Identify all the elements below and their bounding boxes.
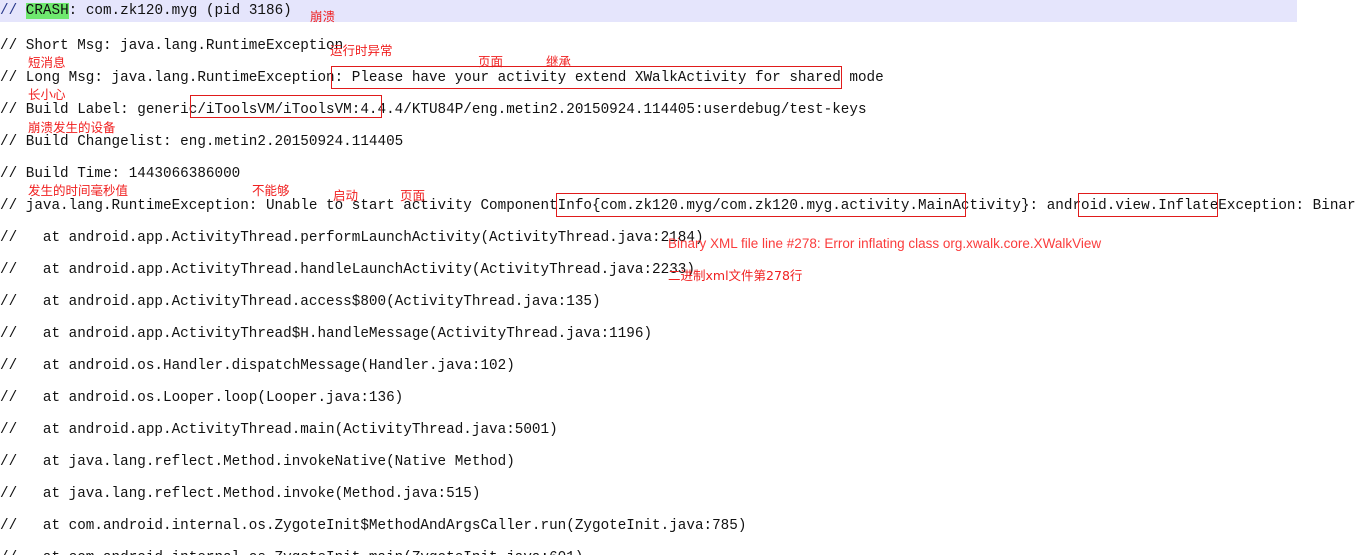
log-line-stack-6: // at android.os.Looper.loop(Looper.java… [0, 390, 404, 406]
log-line-stack-11: // at com.android.internal.os.ZygoteInit… [0, 550, 583, 555]
log-line-stack-1: // at android.app.ActivityThread.perform… [0, 230, 704, 246]
log-line-build-label: // Build Label: generic/iToolsVM/iToolsV… [0, 102, 867, 118]
annotation-runtime-exception: 运行时异常 [330, 43, 393, 58]
annotation-crash-millis: 发生的时间毫秒值 [28, 183, 129, 198]
annotation-long-msg: 长小心 [28, 87, 66, 102]
annotation-start: 启动 [333, 188, 359, 203]
annotation-crash-device: 崩溃发生的设备 [28, 120, 116, 135]
log-line-stack-7: // at android.app.ActivityThread.main(Ac… [0, 422, 558, 438]
annotation-unable: 不能够 [252, 183, 290, 198]
log-line-stack-8: // at java.lang.reflect.Method.invokeNat… [0, 454, 515, 470]
log-line-stack-4: // at android.app.ActivityThread$H.handl… [0, 326, 653, 342]
annotation-binary-xml-chinese: 二进制xml文件第278行 [668, 268, 803, 283]
crash-header-rest: : com.zk120.myg (pid 3186) [68, 3, 292, 19]
log-line-build-time: // Build Time: 1443066386000 [0, 166, 241, 182]
annotation-short-msg: 短消息 [28, 55, 66, 70]
crash-log-page: // CRASH: com.zk120.myg (pid 3186) // Sh… [0, 0, 1356, 555]
annotation-page-component: 页面 [400, 188, 426, 203]
log-line-long-msg: // Long Msg: java.lang.RuntimeException:… [0, 70, 884, 86]
comment-prefix: // [0, 3, 26, 19]
crash-token: CRASH [25, 3, 69, 19]
annotation-binary-xml-english: Binary XML file line #278: Error inflati… [668, 236, 1102, 251]
log-line-crash-header: // CRASH: com.zk120.myg (pid 3186) [0, 3, 292, 19]
log-line-stack-3: // at android.app.ActivityThread.access$… [0, 294, 601, 310]
annotation-page-activity: 页面 [478, 54, 504, 69]
log-line-stack-9: // at java.lang.reflect.Method.invoke(Me… [0, 486, 481, 502]
log-line-stack-5: // at android.os.Handler.dispatchMessage… [0, 358, 515, 374]
log-line-short-msg: // Short Msg: java.lang.RuntimeException [0, 38, 344, 54]
annotation-extend: 继承 [546, 54, 572, 69]
annotation-crash: 崩溃 [310, 9, 336, 24]
log-line-runtime-exception: // java.lang.RuntimeException: Unable to… [0, 198, 1356, 214]
log-line-stack-10: // at com.android.internal.os.ZygoteInit… [0, 518, 747, 534]
log-line-build-changelist: // Build Changelist: eng.metin2.20150924… [0, 134, 404, 150]
log-line-stack-2: // at android.app.ActivityThread.handleL… [0, 262, 695, 278]
